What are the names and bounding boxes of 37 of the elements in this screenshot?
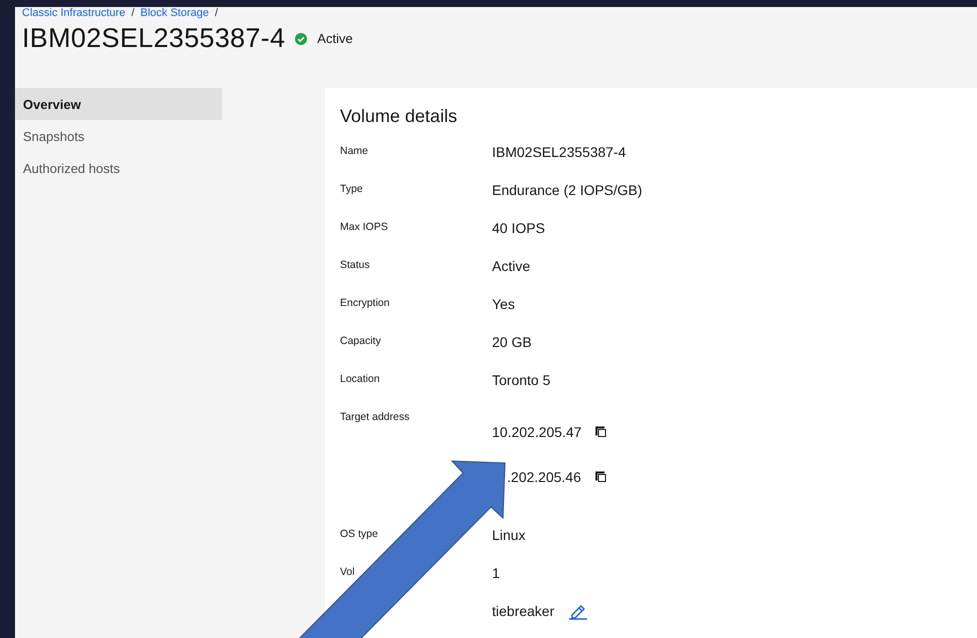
- breadcrumb-link[interactable]: Block Storage: [140, 7, 209, 19]
- copy-button[interactable]: [595, 471, 607, 483]
- card-title: Volume details: [340, 106, 458, 127]
- field-value: IBM02SEL2355387-4: [492, 144, 626, 160]
- field-value: 1: [492, 565, 500, 581]
- field-value: .202.205.46: [506, 469, 581, 485]
- copy-icon: [595, 426, 607, 438]
- field-label: Encryption: [340, 296, 390, 309]
- page-title: IBM02SEL2355387-4: [22, 23, 286, 54]
- sidebar-item[interactable]: Overview: [15, 88, 222, 120]
- field-label: Max IOPS: [340, 220, 388, 233]
- copy-button[interactable]: [595, 426, 607, 438]
- field-value: 40 IOPS: [492, 220, 545, 236]
- field-value: 20 GB: [492, 334, 532, 350]
- field-value: Toronto 5: [492, 372, 550, 388]
- field-label: Status: [340, 258, 370, 271]
- field-label: OS type: [340, 527, 378, 540]
- field-value: tiebreaker: [492, 603, 554, 619]
- field-value: Active: [492, 258, 530, 274]
- check-circle-icon: [295, 32, 308, 44]
- breadcrumb-separator: /: [214, 7, 218, 19]
- breadcrumb-link[interactable]: Classic Infrastructure: [22, 7, 126, 19]
- sidebar-item[interactable]: Authorized hosts: [15, 152, 222, 184]
- field-value: Linux: [492, 527, 526, 543]
- field-value: Endurance (2 IOPS/GB): [492, 182, 642, 198]
- field-value: Yes: [492, 296, 515, 312]
- field-label: Location: [340, 372, 380, 385]
- sidebar-item[interactable]: Snapshots: [15, 120, 222, 152]
- field-label: Type: [340, 182, 363, 195]
- status-label: Active: [317, 31, 353, 46]
- field-label: Capacity: [340, 334, 381, 347]
- copy-icon: [595, 471, 607, 483]
- field-label: Name: [340, 144, 368, 157]
- field-label: Vol: [340, 565, 355, 578]
- breadcrumb-separator: /: [131, 7, 134, 19]
- field-value: 10.202.205.47: [492, 424, 581, 440]
- field-label: Target address: [340, 410, 410, 423]
